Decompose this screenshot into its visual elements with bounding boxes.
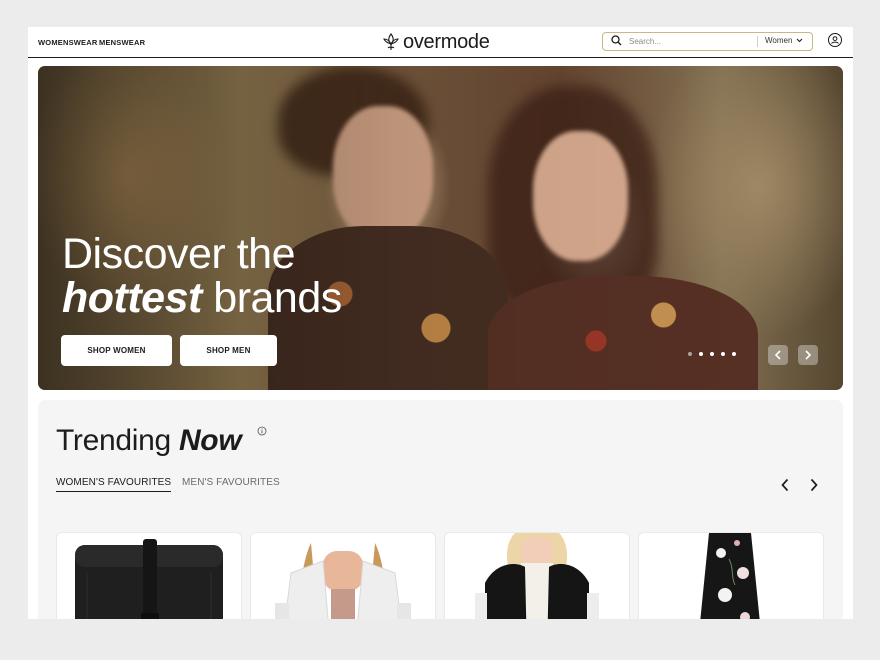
page-frame: WOMENSWEAR MENSWEAR overmode Women: [28, 27, 853, 619]
logo-leaf-icon: [383, 33, 399, 50]
shop-men-button[interactable]: SHOP MEN: [180, 335, 277, 366]
user-icon: [831, 36, 839, 44]
logo[interactable]: overmode: [383, 30, 490, 54]
floral-skirt-image: [639, 533, 823, 619]
product-card-denim-jacket[interactable]: [250, 532, 436, 619]
trending-prev-icon[interactable]: [780, 478, 790, 492]
account-button[interactable]: [828, 33, 842, 47]
nav-menswear[interactable]: MENSWEAR: [99, 38, 145, 47]
site-header: WOMENSWEAR MENSWEAR overmode Women: [28, 27, 853, 58]
search-icon[interactable]: [611, 35, 622, 46]
denim-jacket-image: [251, 533, 435, 619]
search-category-label: Women: [765, 36, 793, 45]
chevron-down-icon: [797, 38, 803, 43]
tab-womens-favourites[interactable]: WOMEN'S FAVOURITES: [56, 477, 172, 492]
product-card-fur-vest[interactable]: [444, 532, 630, 619]
shop-women-button[interactable]: SHOP WOMEN: [61, 335, 172, 366]
hero-prev-button[interactable]: [768, 345, 788, 365]
carousel-dot[interactable]: [721, 352, 725, 356]
info-icon[interactable]: [257, 426, 267, 436]
carousel-dot[interactable]: [710, 352, 714, 356]
hero-next-button[interactable]: [798, 345, 818, 365]
hero-title-rest: brands: [201, 274, 342, 322]
carousel-dot[interactable]: [688, 352, 692, 356]
hero-title-emphasis: hottest: [62, 274, 202, 322]
search-bar: Women: [602, 32, 813, 51]
product-card-backpack[interactable]: [56, 532, 242, 619]
trending-next-icon[interactable]: [809, 478, 819, 492]
trending-section: Trending Now WOMEN'S FAVOURITES MEN'S FA…: [38, 400, 843, 619]
hero-title-line1: Discover the: [62, 230, 295, 278]
trending-title: Trending Now: [56, 424, 242, 458]
search-category-select[interactable]: Women: [765, 36, 803, 45]
product-card-floral-skirt[interactable]: [638, 532, 824, 619]
search-divider: [757, 36, 758, 47]
trending-title-text: Trending: [56, 424, 171, 457]
carousel-dot-active[interactable]: [699, 352, 703, 356]
carousel-dots: [688, 352, 736, 356]
backpack-image: [75, 539, 223, 619]
chevron-left-icon: [774, 350, 781, 360]
carousel-dot[interactable]: [732, 352, 736, 356]
logo-text: overmode: [403, 30, 490, 53]
hero-banner: Discover the hottest brands SHOP WOMEN S…: [38, 66, 843, 390]
hero-title-line2: hottest brands: [62, 276, 342, 320]
nav-womenswear[interactable]: WOMENSWEAR: [38, 38, 98, 47]
fur-vest-image: [445, 533, 629, 619]
search-input[interactable]: [629, 34, 749, 48]
hero-title: Discover the hottest brands: [62, 232, 342, 320]
trending-title-emphasis: Now: [178, 424, 242, 457]
chevron-right-icon: [805, 350, 812, 360]
tab-mens-favourites[interactable]: MEN'S FAVOURITES: [182, 477, 280, 491]
